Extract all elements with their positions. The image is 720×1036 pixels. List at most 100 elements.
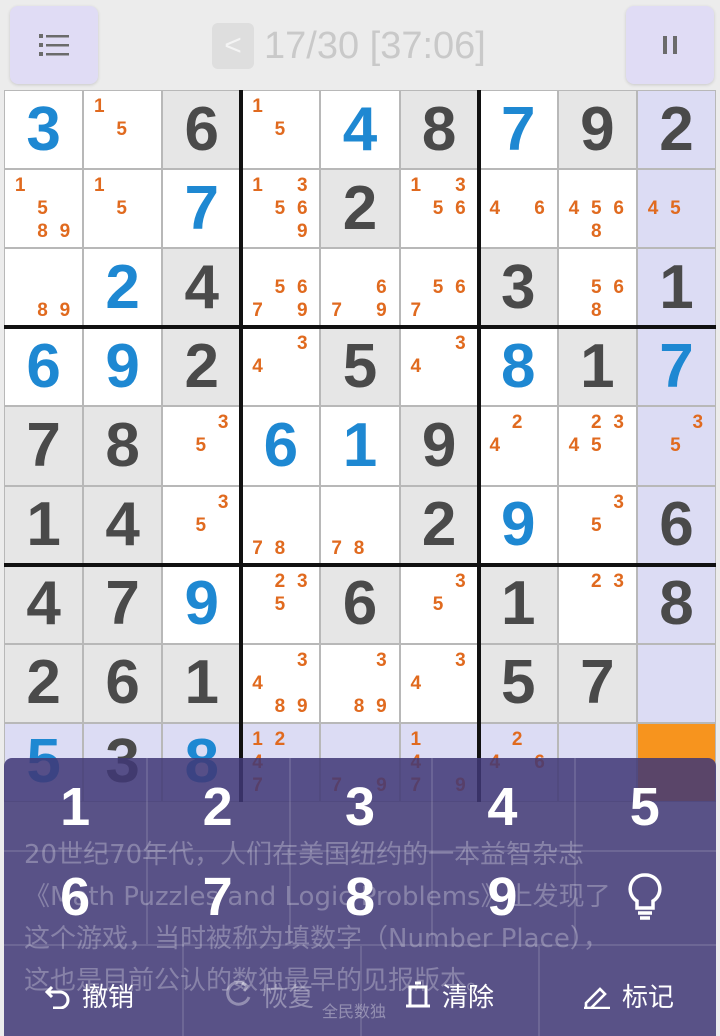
- sudoku-cell[interactable]: 2: [637, 91, 715, 169]
- sudoku-cell[interactable]: 46: [479, 170, 557, 248]
- sudoku-cell[interactable]: 35: [163, 407, 241, 485]
- sudoku-cell[interactable]: 7: [558, 644, 636, 722]
- sudoku-cell[interactable]: 4: [321, 91, 399, 169]
- sudoku-cell[interactable]: 8: [84, 407, 162, 485]
- sudoku-cell[interactable]: 6: [84, 644, 162, 722]
- entered-digit: 7: [500, 94, 536, 164]
- redo-button[interactable]: 恢复: [224, 960, 314, 1030]
- sudoku-cell[interactable]: 7: [479, 91, 557, 169]
- sudoku-cell[interactable]: 23 45: [558, 407, 636, 485]
- sudoku-cell[interactable]: 2: [400, 486, 478, 564]
- sudoku-cell[interactable]: 78: [242, 486, 320, 564]
- sudoku-cell[interactable]: 4: [163, 249, 241, 327]
- sudoku-cell[interactable]: 6: [321, 565, 399, 643]
- sudoku-cell[interactable]: 1: [558, 328, 636, 406]
- sudoku-cell[interactable]: 1: [637, 249, 715, 327]
- sudoku-cell[interactable]: 2: [5, 644, 83, 722]
- sudoku-cell[interactable]: 4: [5, 565, 83, 643]
- given-digit: 4: [105, 490, 140, 560]
- sudoku-cell[interactable]: 1 356: [400, 170, 478, 248]
- sudoku-cell[interactable]: 45: [637, 170, 715, 248]
- sudoku-cell[interactable]: 15: [84, 91, 162, 169]
- sudoku-cell[interactable]: 1: [5, 486, 83, 564]
- entered-digit: 9: [184, 569, 220, 639]
- sudoku-cell[interactable]: 1: [479, 565, 557, 643]
- given-digit: 4: [184, 252, 220, 322]
- sudoku-cell[interactable]: 6: [163, 91, 241, 169]
- sudoku-cell[interactable]: 9: [400, 407, 478, 485]
- pencil-mark: 6: [376, 277, 387, 299]
- sudoku-cell[interactable]: 9: [479, 486, 557, 564]
- given-digit: 6: [184, 94, 220, 164]
- mark-button[interactable]: 标记: [582, 960, 674, 1030]
- sudoku-cell[interactable]: 5: [321, 328, 399, 406]
- sudoku-cell[interactable]: 7: [637, 328, 715, 406]
- sudoku-cell[interactable]: 8: [400, 91, 478, 169]
- pencil-mark: 1: [252, 96, 263, 118]
- sudoku-cell[interactable]: 9: [558, 91, 636, 169]
- sudoku-cell[interactable]: 3 89: [321, 644, 399, 722]
- clear-button[interactable]: 清除: [404, 960, 494, 1030]
- pause-button[interactable]: [626, 6, 714, 84]
- sudoku-cell[interactable]: 34: [400, 328, 478, 406]
- sudoku-cell[interactable]: 24: [479, 407, 557, 485]
- digit-key-6[interactable]: 6: [4, 852, 146, 942]
- hint-button[interactable]: [574, 852, 716, 942]
- digit-key-7[interactable]: 7: [146, 852, 288, 942]
- sudoku-cell[interactable]: 4568: [558, 170, 636, 248]
- sudoku-cell[interactable]: 34: [400, 644, 478, 722]
- sudoku-cell[interactable]: 15: [242, 91, 320, 169]
- sudoku-cell[interactable]: 235: [242, 565, 320, 643]
- menu-button[interactable]: [10, 6, 98, 84]
- previous-puzzle-button[interactable]: <: [212, 23, 254, 69]
- sudoku-cell[interactable]: 3 489: [242, 644, 320, 722]
- sudoku-cell[interactable]: 7: [84, 565, 162, 643]
- sudoku-cell[interactable]: 568: [558, 249, 636, 327]
- digit-key-1[interactable]: 1: [4, 762, 146, 852]
- sudoku-cell[interactable]: 8: [637, 565, 715, 643]
- digit-key-2[interactable]: 2: [146, 762, 288, 852]
- sudoku-cell[interactable]: 9: [84, 328, 162, 406]
- sudoku-cell[interactable]: 56 7: [400, 249, 478, 327]
- sudoku-cell[interactable]: 6 7 9: [321, 249, 399, 327]
- sudoku-cell[interactable]: 2: [84, 249, 162, 327]
- sudoku-cell[interactable]: 2: [163, 328, 241, 406]
- sudoku-cell[interactable]: 89: [5, 249, 83, 327]
- sudoku-cell[interactable]: 6: [242, 407, 320, 485]
- sudoku-cell[interactable]: 5: [479, 644, 557, 722]
- sudoku-cell[interactable]: 1589: [5, 170, 83, 248]
- undo-button[interactable]: 撤销: [44, 960, 134, 1030]
- sudoku-cell[interactable]: 6: [5, 328, 83, 406]
- sudoku-cell[interactable]: 2: [321, 170, 399, 248]
- digit-key-4[interactable]: 4: [431, 762, 573, 852]
- sudoku-cell[interactable]: 23: [558, 565, 636, 643]
- sudoku-cell[interactable]: 35: [637, 407, 715, 485]
- sudoku-cell[interactable]: [637, 644, 715, 722]
- sudoku-cell[interactable]: 56 7 9: [242, 249, 320, 327]
- sudoku-cell[interactable]: 35: [163, 486, 241, 564]
- sudoku-cell[interactable]: 7: [163, 170, 241, 248]
- sudoku-cell[interactable]: 35: [400, 565, 478, 643]
- sudoku-cell[interactable]: 3: [479, 249, 557, 327]
- sudoku-cell[interactable]: 1 3569: [242, 170, 320, 248]
- sudoku-cell[interactable]: 15: [84, 170, 162, 248]
- sudoku-cell[interactable]: 78: [321, 486, 399, 564]
- sudoku-cell[interactable]: 34: [242, 328, 320, 406]
- sudoku-cell[interactable]: 4: [84, 486, 162, 564]
- pencil-mark: [110, 220, 132, 243]
- digit-key-5[interactable]: 5: [574, 762, 716, 852]
- sudoku-cell[interactable]: 8: [479, 328, 557, 406]
- sudoku-cell[interactable]: 35: [558, 486, 636, 564]
- pencil-mark: [608, 434, 630, 457]
- digit-key-3[interactable]: 3: [289, 762, 431, 852]
- sudoku-cell[interactable]: 3: [5, 91, 83, 169]
- digit-key-9[interactable]: 9: [431, 852, 573, 942]
- pencil-mark: [269, 253, 291, 276]
- sudoku-cell[interactable]: 6: [637, 486, 715, 564]
- sudoku-cell[interactable]: 9: [163, 565, 241, 643]
- entered-digit: 6: [26, 331, 61, 401]
- sudoku-cell[interactable]: 1: [163, 644, 241, 722]
- digit-key-8[interactable]: 8: [289, 852, 431, 942]
- sudoku-cell[interactable]: 7: [5, 407, 83, 485]
- sudoku-cell[interactable]: 1: [321, 407, 399, 485]
